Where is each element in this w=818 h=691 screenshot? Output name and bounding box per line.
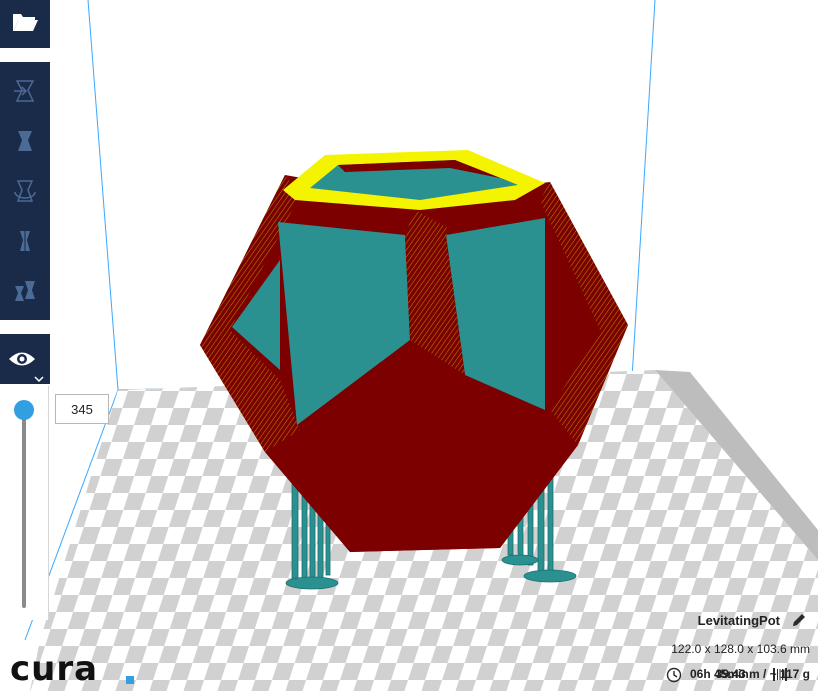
view-mode-button[interactable] bbox=[0, 334, 50, 384]
scale-icon bbox=[12, 128, 38, 154]
job-info-panel: LevitatingPot 122.0 x 128.0 x 103.6 mm 0… bbox=[518, 601, 818, 691]
per-model-settings-tool-button[interactable] bbox=[0, 266, 50, 316]
model-dimensions: 122.0 x 128.0 x 103.6 mm bbox=[671, 642, 810, 656]
mirror-icon bbox=[12, 228, 38, 254]
rotate-tool-button[interactable] bbox=[0, 166, 50, 216]
per-model-settings-icon bbox=[12, 278, 38, 304]
material-usage: 39.43 m / ~ 117 g bbox=[715, 667, 810, 681]
scale-tool-button[interactable] bbox=[0, 116, 50, 166]
layer-slider-handle[interactable] bbox=[14, 400, 34, 420]
layer-slider-track[interactable] bbox=[22, 408, 26, 608]
pencil-icon[interactable] bbox=[790, 611, 808, 629]
folder-open-icon bbox=[11, 11, 39, 38]
clock-icon bbox=[666, 667, 682, 683]
eye-icon bbox=[8, 350, 36, 373]
move-tool-button[interactable] bbox=[0, 66, 50, 116]
layer-slider-panel bbox=[0, 386, 49, 620]
open-file-button[interactable] bbox=[0, 0, 50, 48]
job-name: LevitatingPot bbox=[697, 613, 780, 628]
rotate-icon bbox=[12, 178, 38, 204]
layer-number-input[interactable] bbox=[55, 394, 109, 424]
mirror-tool-button[interactable] bbox=[0, 216, 50, 266]
3d-viewport[interactable] bbox=[0, 0, 818, 691]
move-icon bbox=[12, 78, 38, 104]
tool-toolbar bbox=[0, 62, 50, 320]
cura-logo: cura bbox=[10, 649, 99, 689]
cura-logo-dot bbox=[126, 676, 134, 684]
